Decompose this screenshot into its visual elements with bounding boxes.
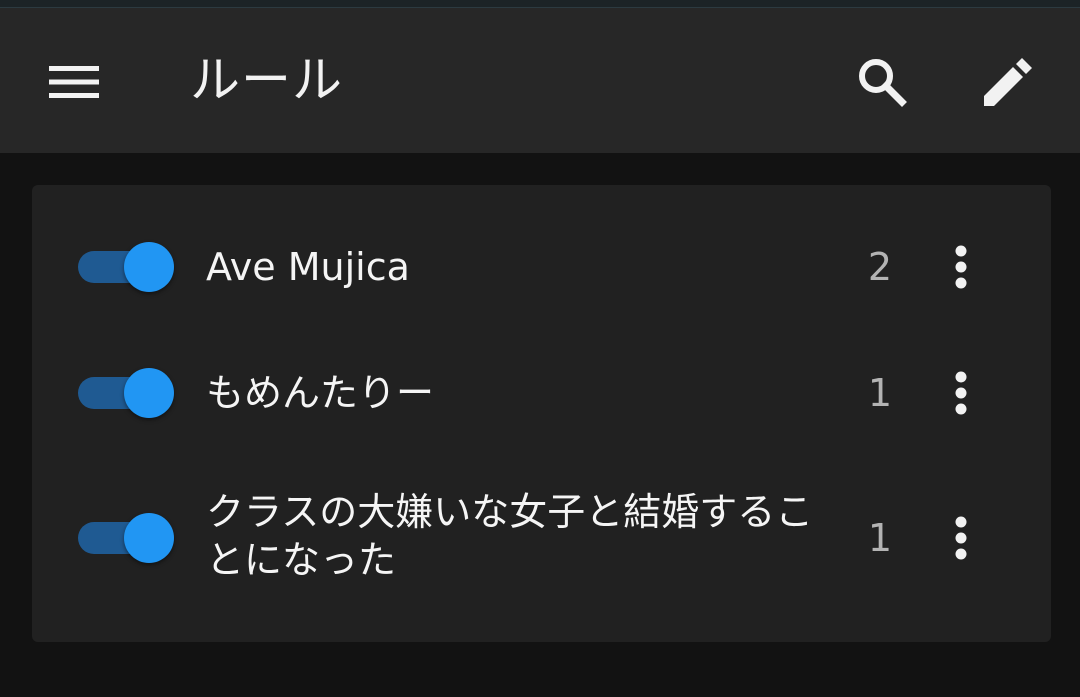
rule-toggle[interactable] (78, 368, 174, 418)
toggle-thumb (124, 513, 174, 563)
list-item[interactable]: もめんたりー 1 (32, 351, 1051, 435)
edit-button[interactable] (968, 42, 1048, 122)
app-bar: ルール (0, 8, 1080, 153)
rule-count: 2 (867, 245, 893, 289)
more-options-button[interactable] (934, 503, 988, 573)
rule-name: もめんたりー (206, 371, 435, 415)
toggle-thumb (124, 368, 174, 418)
more-options-button[interactable] (934, 232, 988, 302)
search-icon (859, 59, 907, 107)
more-vert-icon (955, 516, 967, 560)
edit-icon (984, 58, 1032, 106)
page-title: ルール (190, 51, 343, 109)
more-vert-icon (955, 371, 967, 415)
more-vert-icon (955, 245, 967, 289)
rule-name: Ave Mujica (206, 245, 410, 289)
rule-count: 1 (867, 371, 893, 415)
list-item[interactable]: Ave Mujica 2 (32, 225, 1051, 309)
rule-toggle[interactable] (78, 513, 174, 563)
more-options-button[interactable] (934, 358, 988, 428)
search-button[interactable] (842, 42, 922, 122)
rule-toggle[interactable] (78, 242, 174, 292)
rule-count: 1 (867, 516, 893, 560)
rule-name: クラスの大嫌いな女子と結婚することになった (206, 490, 814, 582)
menu-icon (49, 66, 99, 98)
menu-button[interactable] (34, 42, 114, 122)
toggle-thumb (124, 242, 174, 292)
rules-list: Ave Mujica 2 もめんたりー 1 クラスの大嫌いな女子と結婚することに… (32, 185, 1051, 642)
status-bar-edge (0, 0, 1080, 8)
list-item[interactable]: クラスの大嫌いな女子と結婚することになった 1 (32, 478, 1051, 602)
